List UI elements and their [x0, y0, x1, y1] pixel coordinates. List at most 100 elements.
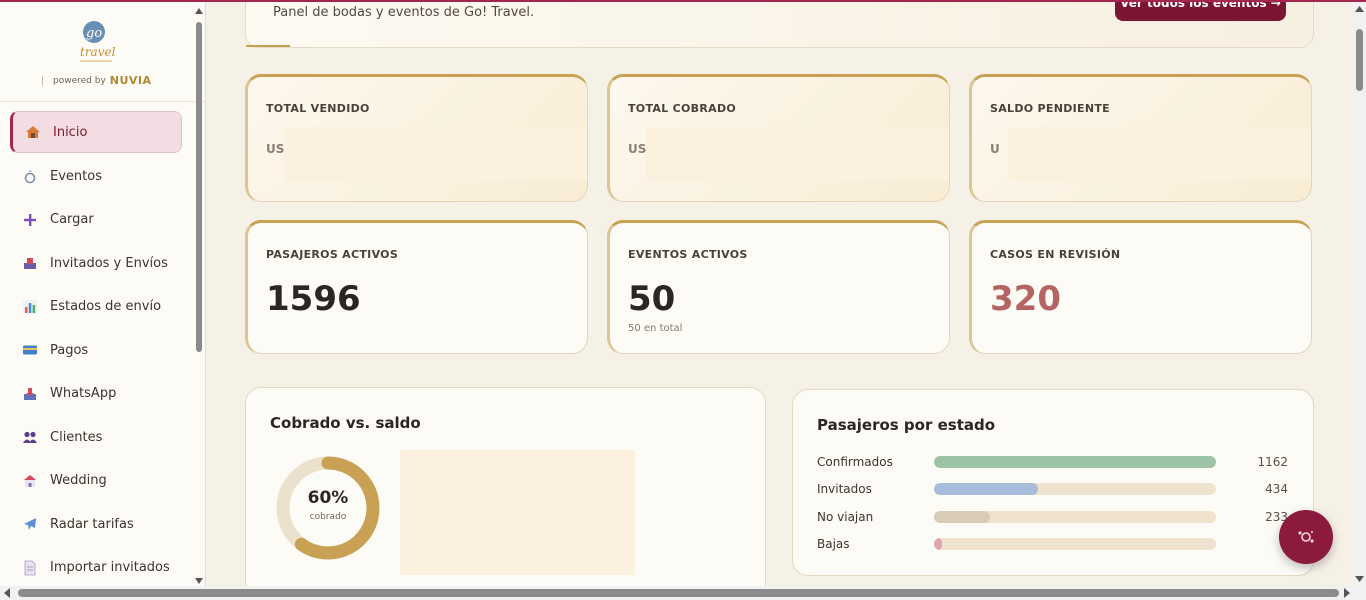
sidebar-item-invitados-envios[interactable]: Invitados y Envíos: [0, 242, 196, 286]
status-row-confirmados: Confirmados 1162: [817, 454, 1289, 470]
status-value: 434: [1265, 482, 1288, 496]
svg-text:go: go: [86, 26, 102, 41]
sidebar-item-whatsapp[interactable]: WhatsApp: [0, 372, 196, 416]
kpi-saldo-pendiente: SALDO PENDIENTE U: [969, 74, 1312, 202]
scroll-left-icon[interactable]: [2, 586, 12, 600]
scroll-up-icon[interactable]: [194, 6, 204, 16]
status-bar-fill: [934, 483, 1039, 495]
main-scrollbar[interactable]: [1353, 2, 1366, 586]
sparkle-icon: [1298, 531, 1314, 543]
status-bar-track: [934, 538, 1216, 550]
kpi-label: EVENTOS ACTIVOS: [628, 248, 748, 261]
status-row-no-viajan: No viajan 233: [817, 509, 1289, 525]
hero-subtitle: Panel de bodas y eventos de Go! Travel.: [273, 5, 535, 20]
home-icon: [25, 124, 41, 140]
credit-card-icon: [22, 342, 38, 358]
sidebar-item-eventos[interactable]: Eventos: [0, 155, 196, 199]
sidebar-item-label: Pagos: [50, 342, 89, 358]
kpi-note: 50 en total: [628, 323, 683, 334]
kpi-total-vendido: TOTAL VENDIDO USI: [245, 74, 588, 202]
sidebar-item-label: Inicio: [53, 124, 88, 140]
kpi-value-placeholder: [1008, 127, 1311, 181]
status-value: 3: [1216, 537, 1288, 551]
sidebar-item-label: Invitados y Envíos: [50, 255, 168, 271]
sidebar-item-clientes[interactable]: Clientes: [0, 416, 196, 460]
bar-chart-icon: [22, 299, 38, 315]
sidebar-item-label: Eventos: [50, 168, 102, 184]
status-label: Confirmados: [817, 455, 893, 469]
sidebar-item-wedding[interactable]: Wedding: [0, 459, 196, 503]
hero-banner: Panel de bodas y eventos de Go! Travel. …: [245, 2, 1314, 48]
kpi-eventos-activos: EVENTOS ACTIVOS 50 50 en total: [607, 220, 950, 354]
kpi-label: SALDO PENDIENTE: [990, 102, 1110, 115]
sidebar-nav: Inicio Eventos Cargar Invitados y Envíos…: [0, 111, 196, 586]
sidebar-item-label: Wedding: [50, 473, 107, 489]
sidebar-item-label: Importar invitados: [50, 560, 170, 576]
kpi-currency: U: [990, 142, 1000, 156]
status-label: No viajan: [817, 510, 874, 524]
sidebar-scrollbar-thumb[interactable]: [196, 22, 202, 352]
sidebar-item-pagos[interactable]: Pagos: [0, 329, 196, 373]
scroll-right-icon[interactable]: [1342, 586, 1352, 600]
view-all-events-button[interactable]: Ver todos los eventos →: [1115, 2, 1286, 21]
scroll-down-icon[interactable]: [1353, 574, 1366, 584]
hero-accent-line: [246, 45, 290, 47]
svg-text:travel: travel: [80, 45, 116, 59]
powered-by: powered by NUVIA: [42, 74, 152, 87]
sidebar-item-label: WhatsApp: [50, 386, 117, 402]
kpi-value: 1596: [266, 279, 361, 319]
ring-icon: [22, 168, 38, 184]
status-bar-track: [934, 483, 1216, 495]
sidebar-item-label: Estados de envío: [50, 299, 162, 315]
status-bar-fill: [934, 511, 991, 523]
airplane-icon: [22, 516, 38, 532]
horizontal-scrollbar-thumb[interactable]: [18, 589, 1339, 597]
passengers-panel: Pasajeros por estado Confirmados 1162 In…: [792, 389, 1314, 576]
status-bar-fill: [934, 538, 943, 550]
kpi-currency: US: [628, 142, 647, 156]
kpi-value: 320: [990, 279, 1061, 319]
go-travel-logo[interactable]: go travel: [76, 18, 116, 66]
sidebar-item-estados-envio[interactable]: Estados de envío: [0, 285, 196, 329]
kpi-label: TOTAL COBRADO: [628, 102, 737, 115]
status-row-bajas: Bajas 3: [817, 536, 1289, 552]
horizontal-scrollbar[interactable]: [0, 586, 1366, 600]
scroll-down-icon[interactable]: [194, 576, 204, 586]
status-value: 233: [1265, 510, 1288, 524]
sidebar-item-importar-invitados[interactable]: Importar invitados: [0, 546, 196, 586]
main-scrollbar-thumb[interactable]: [1356, 29, 1363, 91]
kpi-label: TOTAL VENDIDO: [266, 102, 370, 115]
brand-area: go travel powered by NUVIA: [0, 2, 205, 102]
sidebar-item-label: Clientes: [50, 429, 103, 445]
status-label: Bajas: [817, 537, 850, 551]
sidebar: go travel powered by NUVIA Inicio Evento…: [0, 2, 206, 586]
sidebar-item-cargar[interactable]: Cargar: [0, 198, 196, 242]
sidebar-scrollbar[interactable]: [194, 6, 204, 586]
collected-donut: [276, 456, 380, 560]
people-icon: [22, 429, 38, 445]
scroll-up-icon[interactable]: [1353, 4, 1366, 14]
kpi-label: PASAJEROS ACTIVOS: [266, 248, 399, 261]
status-bar-track: [934, 456, 1216, 468]
inbox-icon: [22, 255, 38, 271]
plus-icon: [22, 212, 38, 228]
nuvia-logo: NUVIA: [109, 74, 152, 87]
inbox-tray-icon: [22, 386, 38, 402]
sidebar-item-radar-tarifas[interactable]: Radar tarifas: [0, 503, 196, 547]
sidebar-item-inicio[interactable]: Inicio: [10, 111, 182, 153]
sidebar-item-label: Radar tarifas: [50, 516, 134, 532]
chart-placeholder: [400, 450, 635, 575]
collected-caption: cobrado: [309, 512, 347, 522]
collected-title: Cobrado vs. saldo: [270, 414, 421, 432]
kpi-casos-revision: CASOS EN REVISIÓN 320: [969, 220, 1312, 354]
kpi-label: CASOS EN REVISIÓN: [990, 248, 1121, 261]
document-icon: [22, 560, 38, 576]
main-content: Panel de bodas y eventos de Go! Travel. …: [207, 2, 1353, 586]
assistant-fab[interactable]: [1279, 510, 1333, 564]
kpi-value: 50: [628, 279, 676, 319]
powered-by-label: powered by: [53, 75, 106, 86]
collected-panel: Cobrado vs. saldo 60% cobrado: [245, 387, 766, 586]
kpi-pasajeros-activos: PASAJEROS ACTIVOS 1596: [245, 220, 588, 354]
kpi-total-cobrado: TOTAL COBRADO US: [607, 74, 950, 202]
kpi-value-placeholder: [646, 127, 949, 181]
